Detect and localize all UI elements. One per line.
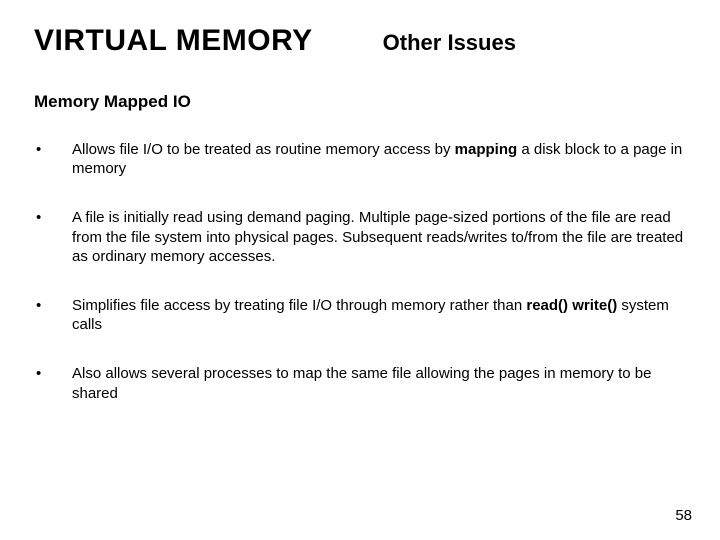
bullet-list: • Allows file I/O to be treated as routi… — [34, 140, 686, 403]
bullet-marker-icon: • — [34, 364, 72, 402]
bullet-text: A file is initially read using demand pa… — [72, 208, 686, 266]
list-item: • Allows file I/O to be treated as routi… — [34, 140, 686, 178]
text-segment: A file is initially read using demand pa… — [72, 209, 683, 264]
section-heading: Memory Mapped IO — [34, 92, 686, 112]
bullet-text: Also allows several processes to map the… — [72, 364, 686, 402]
bullet-text: Allows file I/O to be treated as routine… — [72, 140, 686, 178]
bullet-text: Simplifies file access by treating file … — [72, 296, 686, 334]
list-item: • A file is initially read using demand … — [34, 208, 686, 266]
text-bold: mapping — [455, 141, 518, 158]
bullet-marker-icon: • — [34, 296, 72, 334]
list-item: • Also allows several processes to map t… — [34, 364, 686, 402]
bullet-marker-icon: • — [34, 208, 72, 266]
text-segment: Also allows several processes to map the… — [72, 365, 651, 401]
slide-title: VIRTUAL MEMORY — [34, 24, 313, 58]
text-segment: Allows file I/O to be treated as routine… — [72, 141, 455, 158]
bullet-marker-icon: • — [34, 140, 72, 178]
text-segment: Simplifies file access by treating file … — [72, 297, 526, 314]
slide-subtitle: Other Issues — [383, 30, 516, 56]
header-row: VIRTUAL MEMORY Other Issues — [34, 24, 686, 58]
text-bold: read() write() — [526, 297, 617, 314]
list-item: • Simplifies file access by treating fil… — [34, 296, 686, 334]
page-number: 58 — [675, 507, 692, 524]
